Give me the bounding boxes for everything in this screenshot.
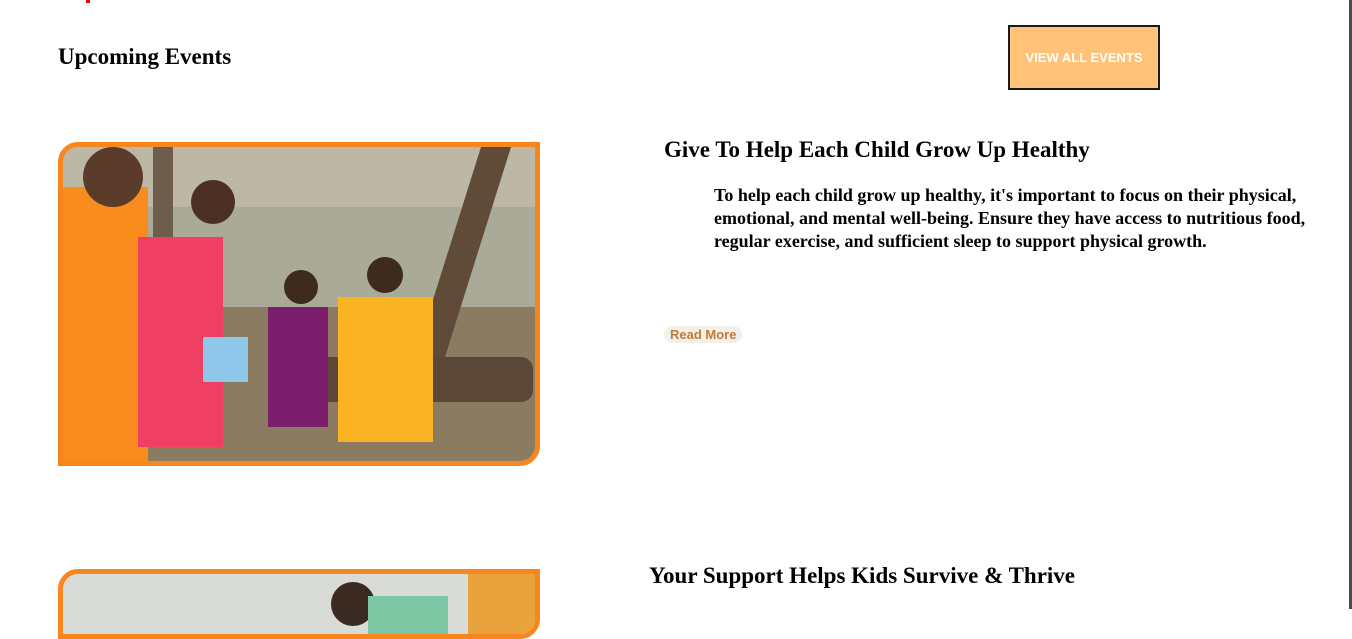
- section-title: Upcoming Events: [58, 44, 232, 69]
- event-description: To help each child grow up healthy, it's…: [714, 185, 1306, 251]
- read-more-link[interactable]: Read More: [664, 326, 743, 343]
- family-photo-illustration: [63, 147, 535, 461]
- event-title[interactable]: Your Support Helps Kids Survive & Thrive: [649, 563, 1075, 589]
- kids-photo-illustration: [63, 574, 535, 634]
- event-image-family-outdoors[interactable]: [58, 142, 540, 466]
- top-red-mark: [86, 0, 90, 3]
- view-all-events-button[interactable]: VIEW ALL EVENTS: [1008, 25, 1160, 90]
- event-image-support-kids[interactable]: [58, 569, 540, 639]
- event-title[interactable]: Give To Help Each Child Grow Up Healthy: [664, 137, 1090, 163]
